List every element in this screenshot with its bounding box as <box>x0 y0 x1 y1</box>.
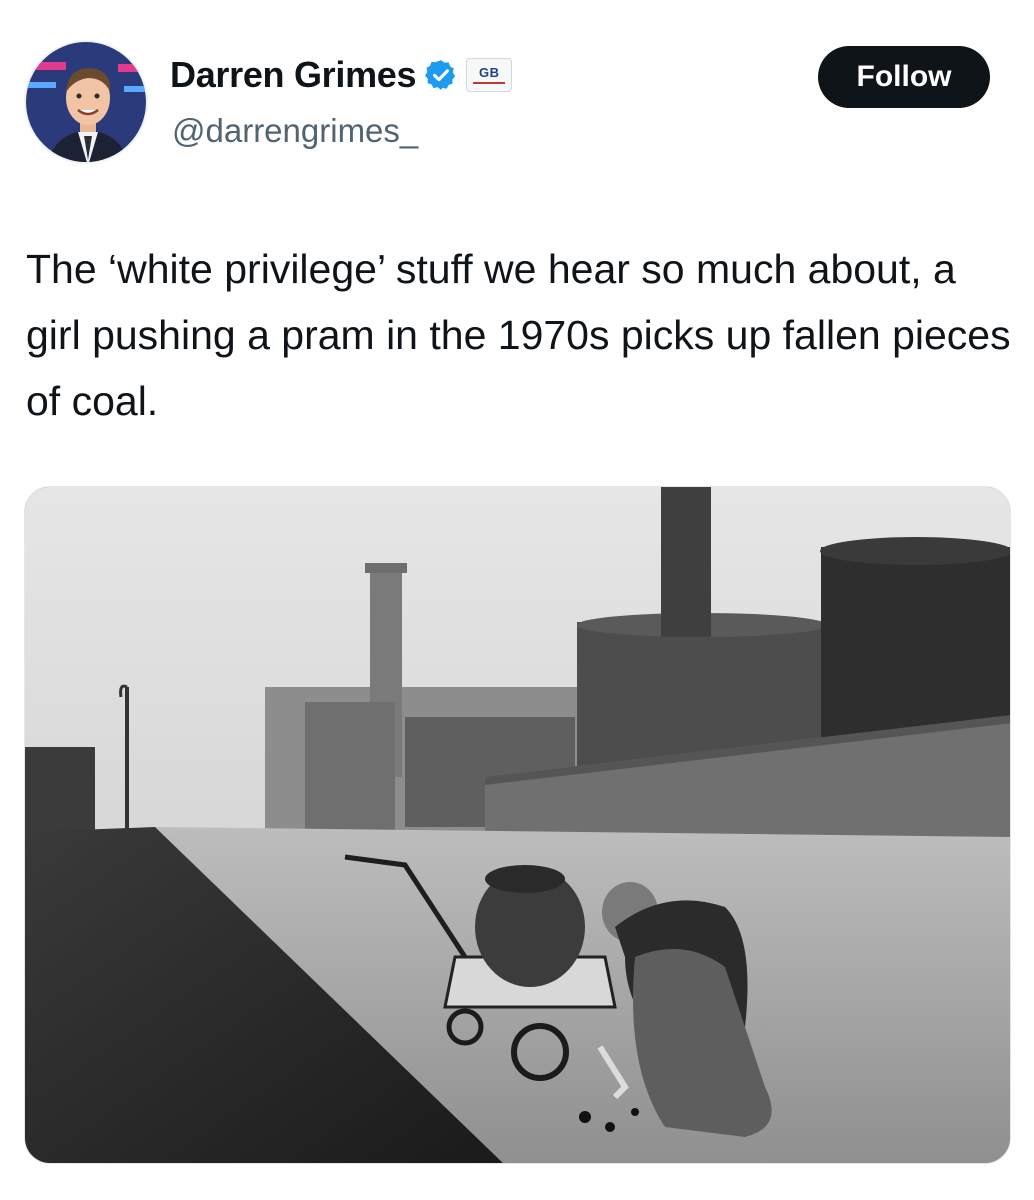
avatar[interactable] <box>24 40 148 164</box>
author-name[interactable]: Darren Grimes <box>170 54 417 96</box>
tweet-text: The ‘white privilege’ stuff we hear so m… <box>26 246 1011 424</box>
author-handle[interactable]: @darrengrimes_ <box>172 112 418 150</box>
author-name-row: Darren Grimes GB <box>170 54 513 96</box>
verified-badge-icon[interactable] <box>424 58 458 92</box>
tweet-photo[interactable] <box>24 486 1011 1164</box>
follow-button[interactable]: Follow <box>818 46 990 108</box>
affiliation-badge-label: GB <box>478 65 500 80</box>
affiliation-badge[interactable]: GB <box>466 58 513 92</box>
affiliation-badge-underline <box>473 82 506 84</box>
